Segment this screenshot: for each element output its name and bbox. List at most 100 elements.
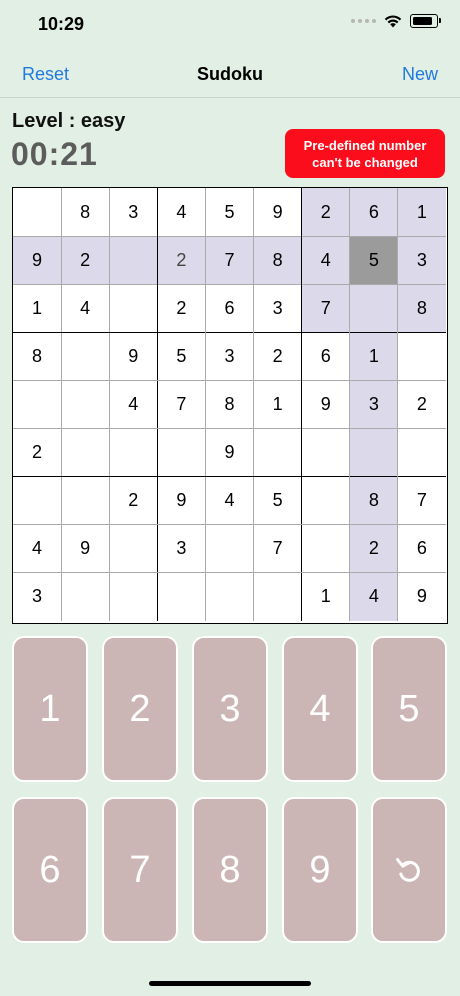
sudoku-cell[interactable]	[301, 524, 350, 573]
sudoku-cell[interactable]: 5	[253, 476, 302, 525]
sudoku-cell[interactable]	[397, 428, 446, 477]
sudoku-cell[interactable]: 1	[13, 284, 62, 333]
sudoku-cell[interactable]	[13, 380, 62, 429]
sudoku-cell[interactable]: 3	[157, 524, 206, 573]
sudoku-cell[interactable]: 1	[253, 380, 302, 429]
grid-line-horizontal	[13, 331, 446, 334]
number-key-four[interactable]: 4	[282, 636, 358, 782]
sudoku-cell[interactable]: 9	[109, 332, 158, 381]
sudoku-cell[interactable]	[253, 428, 302, 477]
sudoku-cell[interactable]: 7	[205, 236, 254, 285]
sudoku-cell[interactable]: 9	[301, 380, 350, 429]
sudoku-cell[interactable]	[205, 572, 254, 621]
new-game-button[interactable]: New	[402, 64, 438, 85]
sudoku-cell[interactable]: 3	[253, 284, 302, 333]
sudoku-cell[interactable]: 3	[13, 572, 62, 621]
sudoku-cell[interactable]: 2	[157, 284, 206, 333]
sudoku-cell[interactable]	[109, 284, 158, 333]
sudoku-cell[interactable]	[61, 380, 110, 429]
sudoku-cell[interactable]	[349, 428, 398, 477]
sudoku-cell[interactable]	[109, 428, 158, 477]
sudoku-cell[interactable]: 3	[397, 236, 446, 285]
sudoku-cell[interactable]	[109, 572, 158, 621]
sudoku-cell[interactable]: 4	[301, 236, 350, 285]
level-label: Level : easy	[12, 110, 126, 132]
sudoku-cell[interactable]	[109, 524, 158, 573]
grid-line-horizontal	[13, 379, 446, 381]
sudoku-cell[interactable]: 7	[157, 380, 206, 429]
sudoku-cell[interactable]: 9	[61, 524, 110, 573]
sudoku-cell[interactable]	[253, 572, 302, 621]
number-key-two[interactable]: 2	[102, 636, 178, 782]
page-title: Sudoku	[197, 64, 263, 84]
number-key-five[interactable]: 5	[371, 636, 447, 782]
sudoku-cell[interactable]	[61, 428, 110, 477]
sudoku-cell[interactable]: 9	[397, 572, 446, 621]
sudoku-cell[interactable]: 8	[205, 380, 254, 429]
sudoku-cell[interactable]	[301, 476, 350, 525]
number-key-seven[interactable]: 7	[102, 797, 178, 943]
sudoku-cell[interactable]: 2	[397, 380, 446, 429]
sudoku-cell[interactable]	[301, 428, 350, 477]
sudoku-cell[interactable]: 4	[205, 476, 254, 525]
sudoku-cell[interactable]: 6	[349, 188, 398, 237]
sudoku-cell[interactable]	[397, 332, 446, 381]
sudoku-cell[interactable]: 2	[13, 428, 62, 477]
sudoku-cell[interactable]: 8	[253, 236, 302, 285]
sudoku-cell[interactable]: 5	[157, 332, 206, 381]
sudoku-cell[interactable]: 2	[349, 524, 398, 573]
sudoku-cell[interactable]: 3	[109, 188, 158, 237]
sudoku-cell[interactable]: 5	[205, 188, 254, 237]
sudoku-cell[interactable]: 3	[205, 332, 254, 381]
number-key-one[interactable]: 1	[12, 636, 88, 782]
sudoku-cell[interactable]: 8	[61, 188, 110, 237]
sudoku-cell[interactable]: 4	[13, 524, 62, 573]
sudoku-cell[interactable]: 6	[301, 332, 350, 381]
sudoku-cell[interactable]	[61, 572, 110, 621]
number-key-nine[interactable]: 9	[282, 797, 358, 943]
number-key-six[interactable]: 6	[12, 797, 88, 943]
sudoku-cell[interactable]: 6	[397, 524, 446, 573]
sudoku-cell[interactable]: 8	[397, 284, 446, 333]
sudoku-cell[interactable]: 8	[13, 332, 62, 381]
sudoku-cell[interactable]: 1	[397, 188, 446, 237]
sudoku-cell[interactable]	[349, 284, 398, 333]
sudoku-cell[interactable]	[157, 572, 206, 621]
sudoku-cell[interactable]: 9	[253, 188, 302, 237]
sudoku-cell[interactable]: 4	[109, 380, 158, 429]
sudoku-cell[interactable]: 7	[253, 524, 302, 573]
status-icons	[351, 14, 441, 28]
sudoku-cell[interactable]: 1	[349, 332, 398, 381]
sudoku-cell[interactable]: 4	[349, 572, 398, 621]
sudoku-cell[interactable]	[157, 428, 206, 477]
sudoku-cell[interactable]	[109, 236, 158, 285]
number-key-eight[interactable]: 8	[192, 797, 268, 943]
sudoku-cell[interactable]: 2	[61, 236, 110, 285]
sudoku-cell[interactable]	[61, 332, 110, 381]
sudoku-cell[interactable]: 7	[301, 284, 350, 333]
sudoku-cell[interactable]: 2	[109, 476, 158, 525]
sudoku-cell[interactable]: 6	[205, 284, 254, 333]
sudoku-cell[interactable]: 7	[397, 476, 446, 525]
sudoku-cell[interactable]	[13, 476, 62, 525]
sudoku-cell[interactable]: 2	[253, 332, 302, 381]
wifi-icon	[384, 15, 402, 27]
sudoku-cell[interactable]: 4	[61, 284, 110, 333]
sudoku-cell[interactable]	[205, 524, 254, 573]
sudoku-cell[interactable]: 9	[157, 476, 206, 525]
sudoku-cell[interactable]: 1	[301, 572, 350, 621]
sudoku-cell[interactable]: 9	[205, 428, 254, 477]
sudoku-cell[interactable]: 8	[349, 476, 398, 525]
sudoku-cell[interactable]: 5	[349, 236, 398, 285]
grid-line-vertical	[253, 188, 255, 621]
undo-button[interactable]	[371, 797, 447, 943]
sudoku-cell[interactable]: 3	[349, 380, 398, 429]
status-bar: 10:29	[0, 0, 460, 50]
sudoku-cell[interactable]: 4	[157, 188, 206, 237]
sudoku-cell[interactable]: 2	[301, 188, 350, 237]
sudoku-cell[interactable]: 9	[13, 236, 62, 285]
sudoku-cell[interactable]	[13, 188, 62, 237]
sudoku-cell[interactable]: 2	[157, 236, 206, 285]
sudoku-cell[interactable]	[61, 476, 110, 525]
number-key-three[interactable]: 3	[192, 636, 268, 782]
